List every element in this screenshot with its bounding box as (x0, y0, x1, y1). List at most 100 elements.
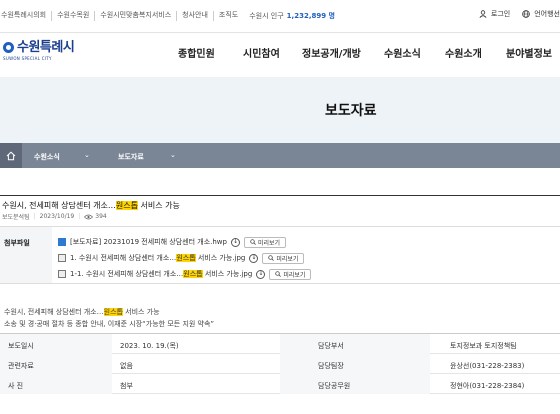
file-list: [보도자료] 20231019 전세피해 상담센터 개소.hwp ↓ 미리보기 … (58, 234, 312, 282)
language-selector[interactable]: 언어행선 (522, 9, 560, 19)
user-icon (479, 10, 487, 18)
file-name-pre: 1-1. 수원시 전세피해 상담센터 개소… (70, 270, 184, 278)
article-title: 수원시, 전세피해 상담센터 개소…원스톱 서비스 가능 (0, 195, 560, 227)
util-link-org[interactable]: 조직도 (214, 11, 243, 21)
table-row: 사 진 첨부 담당공무원 정현아(031-228-2384) (0, 374, 560, 394)
attachments-label: 첨부파일 (0, 227, 52, 283)
info-key: 사 진 (8, 382, 24, 390)
article-title-highlight: 원스톱 (115, 201, 138, 210)
info-value: 정현아(031-228-2384) (450, 382, 525, 390)
nav-item-civil[interactable]: 종합민원 (178, 45, 215, 60)
article-title-post: 서비스 가능 (137, 201, 180, 210)
home-button[interactable] (0, 143, 22, 168)
info-value: 토지정보과 토지정책팀 (450, 342, 517, 350)
info-key: 보도일시 (8, 342, 34, 350)
image-file-icon (58, 270, 66, 278)
chevron-down-icon[interactable]: ⌄ (84, 151, 90, 159)
utility-right: 로그인 언어행선 (467, 9, 560, 19)
nav-item-disclosure[interactable]: 정보공개/개방 (302, 45, 361, 60)
file-item: 1-1. 수원시 전세피해 상담센터 개소…원스톱 서비스 가능.jpg ↓ 미… (58, 266, 312, 282)
article-dept: 보도분석팀 (2, 214, 30, 221)
globe-icon (522, 10, 531, 18)
file-link[interactable]: 1-1. 수원시 전세피해 상담센터 개소…원스톱 서비스 가능.jpg (70, 269, 252, 279)
info-value: 윤상선(031-228-2383) (450, 362, 525, 370)
info-key: 담당부서 (318, 342, 344, 350)
nav-item-participation[interactable]: 시민참여 (243, 45, 280, 60)
views-count: 394 (95, 213, 107, 220)
article-date: 2023/10/19 (39, 213, 75, 220)
table-row: 보도일시 2023. 10. 19.(목) 담당부서 토지정보과 토지정책팀 (0, 334, 560, 354)
site-logo[interactable]: 수원특례시 SUWON SPECIAL CITY (3, 40, 75, 61)
table-row: 관련자료 없음 담당팀장 윤상선(031-228-2383) (0, 354, 560, 374)
download-icon[interactable]: ↓ (230, 237, 240, 247)
meta-divider: | (33, 213, 36, 220)
summary-line1-highlight: 원스톱 (103, 308, 123, 316)
preview-button[interactable]: 미리보기 (243, 236, 287, 248)
logo-subtitle: SUWON SPECIAL CITY (3, 56, 52, 61)
eye-icon (84, 214, 94, 219)
attachments: 첨부파일 [보도자료] 20231019 전세피해 상담센터 개소.hwp ↓ … (0, 226, 560, 284)
file-link[interactable]: 1. 수원시 전세피해 상담센터 개소…원스톱 서비스 가능.jpg (70, 253, 245, 263)
image-file-icon (58, 254, 66, 262)
article-meta: 보도분석팀 | 2023/10/19 | 394 (2, 212, 107, 221)
info-key: 담당공무원 (318, 382, 351, 390)
file-link[interactable]: [보도자료] 20231019 전세피해 상담센터 개소.hwp (70, 237, 227, 247)
logo-mark-icon (3, 42, 14, 53)
cell-shade (280, 334, 430, 354)
article-summary: 수원시, 전세피해 상담센터 개소…원스톱 서비스 가능 소송 및 경·공매 절… (4, 306, 214, 330)
login-label: 로그인 (490, 10, 511, 18)
chevron-down-icon[interactable]: ⌄ (170, 151, 176, 159)
summary-line: 수원시, 전세피해 상담센터 개소…원스톱 서비스 가능 (4, 306, 214, 318)
info-value: 첨부 (120, 382, 133, 390)
meta-divider: | (78, 213, 81, 220)
article-views: 394 (84, 213, 107, 220)
preview-label: 미리보기 (257, 239, 281, 247)
preview-label: 미리보기 (276, 255, 299, 263)
file-name-highlight: 원스톱 (183, 270, 203, 278)
download-icon[interactable]: ↓ (256, 269, 266, 279)
summary-line1-post: 서비스 가능 (122, 308, 160, 316)
breadcrumb-level2[interactable]: 보도자료 (118, 152, 144, 162)
search-icon (275, 271, 282, 277)
preview-button[interactable]: 미리보기 (269, 268, 312, 280)
info-key: 관련자료 (8, 362, 34, 370)
search-icon (250, 239, 256, 245)
site-header: 수원특례시 SUWON SPECIAL CITY 종합민원 시민참여 정보공개/… (0, 34, 560, 76)
file-item: 1. 수원시 전세피해 상담센터 개소…원스톱 서비스 가능.jpg ↓ 미리보… (58, 250, 311, 266)
nav-item-news[interactable]: 수원소식 (384, 45, 421, 60)
info-table: 보도일시 2023. 10. 19.(목) 담당부서 토지정보과 토지정책팀 관… (0, 333, 560, 394)
nav-item-about[interactable]: 수원소개 (445, 45, 482, 60)
population-label: 수원시 인구 (249, 12, 284, 20)
summary-line2: 소송 및 경·공매 절차 등 종합 안내, 이재준 시장“가능한 모든 지원 약… (4, 320, 215, 328)
info-key: 담당팀장 (318, 362, 344, 370)
info-value: 2023. 10. 19.(목) (120, 342, 179, 350)
login-link[interactable]: 로그인 (479, 9, 510, 19)
home-icon (6, 151, 16, 160)
cell-shade (280, 354, 430, 374)
page-banner: 보도자료 (0, 77, 560, 143)
file-item: [보도자료] 20231019 전세피해 상담센터 개소.hwp ↓ 미리보기 (58, 234, 311, 250)
breadcrumb: 수원소식 ⌄ 보도자료 ⌄ (0, 143, 560, 168)
file-name-post: 서비스 가능.jpg (202, 270, 253, 278)
population-display: 수원시 인구 1,232,899 명 (243, 11, 335, 21)
preview-button[interactable]: 미리보기 (262, 252, 305, 264)
preview-label: 미리보기 (283, 271, 306, 279)
page-title: 보도자료 (325, 103, 377, 119)
search-icon (268, 255, 275, 261)
file-name-highlight: 원스톱 (176, 254, 196, 262)
file-name: [보도자료] 20231019 전세피해 상담센터 개소.hwp (70, 238, 227, 246)
hwp-file-icon (58, 238, 66, 246)
util-link-council[interactable]: 수원특례시의회 (0, 11, 53, 21)
download-icon[interactable]: ↓ (249, 253, 259, 263)
breadcrumb-level1[interactable]: 수원소식 (34, 152, 60, 162)
util-link-welfare[interactable]: 수원시민맞춤복지서비스 (95, 11, 178, 21)
util-link-building[interactable]: 청사안내 (177, 11, 214, 21)
logo-name: 수원특례시 (17, 40, 75, 55)
utility-bar: 수원특례시의회 수원수목원 수원시민맞춤복지서비스 청사안내 조직도 수원시 인… (0, 0, 560, 33)
population-value: 1,232,899 명 (286, 12, 335, 20)
file-name-post: 서비스 가능.jpg (195, 254, 246, 262)
cell-shade (280, 374, 430, 394)
article-title-pre: 수원시, 전세피해 상담센터 개소… (2, 201, 116, 210)
nav-item-fields[interactable]: 분야별정보 (506, 45, 552, 60)
util-link-arboretum[interactable]: 수원수목원 (52, 11, 96, 21)
